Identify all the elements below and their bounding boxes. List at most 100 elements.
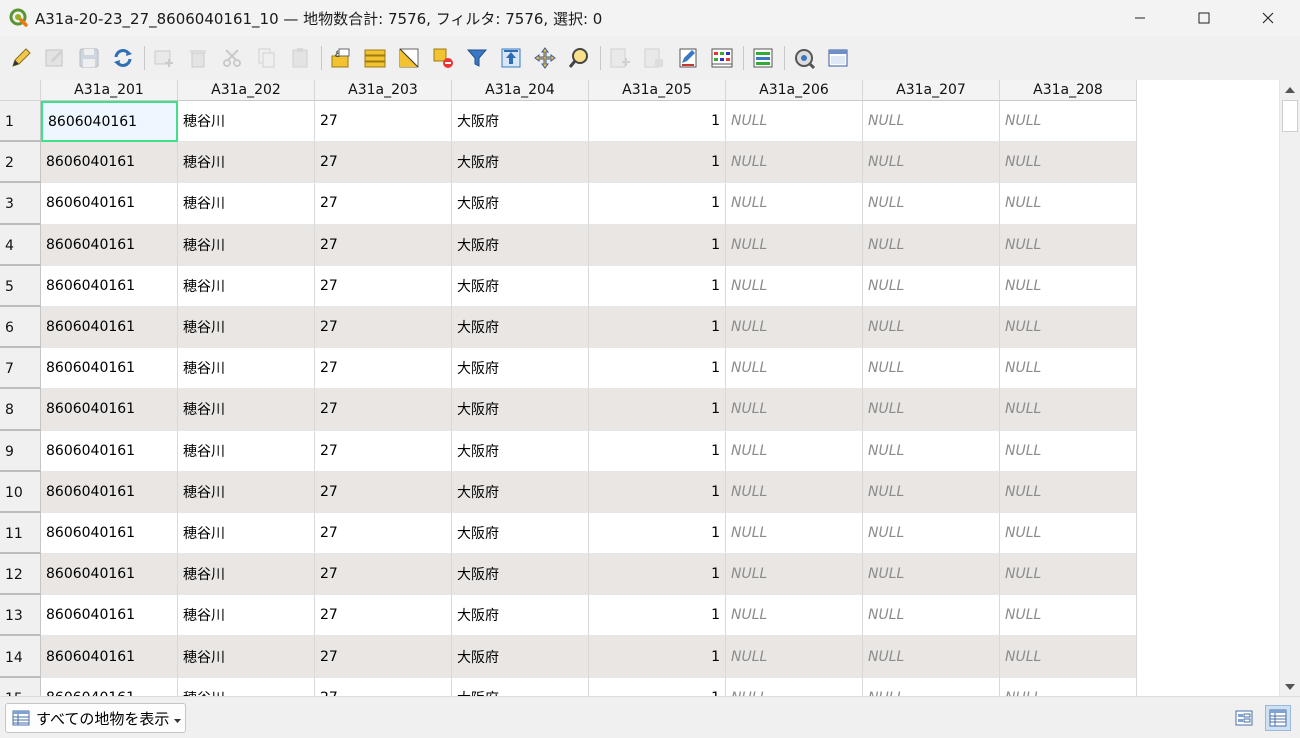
deselect-button[interactable] xyxy=(430,45,456,71)
table-cell[interactable]: NULL xyxy=(1000,224,1137,266)
table-cell[interactable]: 8606040161 xyxy=(41,430,178,472)
table-cell[interactable]: 27 xyxy=(315,636,452,678)
table-cell[interactable]: 27 xyxy=(315,265,452,307)
column-header-a31a_206[interactable]: A31a_206 xyxy=(726,80,863,101)
row-header[interactable]: 4 xyxy=(0,224,41,266)
table-cell[interactable]: 1 xyxy=(589,265,726,307)
multi-edit-button[interactable] xyxy=(42,45,68,71)
table-cell[interactable]: 8606040161 xyxy=(41,554,178,596)
table-cell[interactable]: 1 xyxy=(589,389,726,431)
add-feature-button[interactable] xyxy=(151,45,177,71)
row-header[interactable]: 2 xyxy=(0,142,41,184)
scroll-down-arrow-icon[interactable] xyxy=(1280,678,1300,696)
table-cell[interactable]: NULL xyxy=(1000,265,1137,307)
table-cell[interactable]: NULL xyxy=(726,348,863,390)
row-header[interactable]: 15 xyxy=(0,677,41,696)
table-cell[interactable]: NULL xyxy=(1000,595,1137,637)
column-header-a31a_203[interactable]: A31a_203 xyxy=(315,80,452,101)
table-cell[interactable]: NULL xyxy=(726,183,863,225)
table-cell[interactable]: 穂谷川 xyxy=(178,348,315,390)
table-cell[interactable]: 8606040161 xyxy=(41,389,178,431)
paste-button[interactable] xyxy=(287,45,313,71)
table-cell[interactable]: NULL xyxy=(1000,183,1137,225)
table-cell[interactable]: NULL xyxy=(726,636,863,678)
row-header[interactable]: 7 xyxy=(0,348,41,390)
table-cell[interactable]: 大阪府 xyxy=(452,430,589,472)
row-header[interactable]: 8 xyxy=(0,389,41,431)
table-cell[interactable]: NULL xyxy=(863,677,1000,696)
table-cell[interactable]: 1 xyxy=(589,636,726,678)
table-cell[interactable]: NULL xyxy=(1000,636,1137,678)
table-cell[interactable]: NULL xyxy=(1000,142,1137,184)
table-cell[interactable]: 大阪府 xyxy=(452,636,589,678)
table-cell[interactable]: 27 xyxy=(315,595,452,637)
vertical-scrollbar[interactable] xyxy=(1279,80,1300,696)
table-cell[interactable]: 8606040161 xyxy=(41,306,178,349)
maximize-button[interactable] xyxy=(1172,0,1236,36)
column-header-a31a_201[interactable]: A31a_201 xyxy=(41,80,178,101)
table-cell[interactable]: 穂谷川 xyxy=(178,471,315,513)
row-header[interactable]: 11 xyxy=(0,512,41,555)
save-button[interactable] xyxy=(76,45,102,71)
table-cell[interactable]: NULL xyxy=(1000,430,1137,472)
table-cell[interactable]: 8606040161 xyxy=(41,512,178,555)
table-cell[interactable]: 1 xyxy=(589,183,726,225)
table-cell[interactable]: NULL xyxy=(863,430,1000,472)
scrollbar-thumb[interactable] xyxy=(1282,100,1298,132)
row-header[interactable]: 14 xyxy=(0,636,41,678)
show-all-features-button[interactable]: すべての地物を表示 xyxy=(5,703,186,733)
table-cell[interactable]: 1 xyxy=(589,142,726,184)
table-cell[interactable]: NULL xyxy=(863,512,1000,555)
table-cell[interactable]: 8606040161 xyxy=(41,101,178,143)
table-cell[interactable]: NULL xyxy=(863,471,1000,513)
table-cell[interactable]: 大阪府 xyxy=(452,677,589,696)
table-cell[interactable]: 1 xyxy=(589,101,726,143)
column-header-a31a_207[interactable]: A31a_207 xyxy=(863,80,1000,101)
table-cell[interactable]: NULL xyxy=(1000,677,1137,696)
row-header[interactable]: 6 xyxy=(0,306,41,349)
table-cell[interactable]: 1 xyxy=(589,677,726,696)
table-cell[interactable]: 27 xyxy=(315,554,452,596)
table-cell[interactable]: 27 xyxy=(315,677,452,696)
dock-button[interactable] xyxy=(825,45,851,71)
close-button[interactable] xyxy=(1236,0,1300,36)
table-cell[interactable]: 大阪府 xyxy=(452,348,589,390)
table-cell[interactable]: NULL xyxy=(726,430,863,472)
table-cell[interactable]: 穂谷川 xyxy=(178,636,315,678)
table-cell[interactable]: 1 xyxy=(589,595,726,637)
form-view-button[interactable] xyxy=(1231,705,1257,731)
table-cell[interactable]: NULL xyxy=(863,595,1000,637)
select-expression-button[interactable]: ε xyxy=(328,45,354,71)
table-cell[interactable]: 1 xyxy=(589,224,726,266)
column-header-a31a_205[interactable]: A31a_205 xyxy=(589,80,726,101)
row-header[interactable]: 10 xyxy=(0,471,41,513)
table-cell[interactable]: 大阪府 xyxy=(452,265,589,307)
table-cell[interactable]: 27 xyxy=(315,101,452,143)
table-cell[interactable]: 大阪府 xyxy=(452,101,589,143)
table-cell[interactable]: 8606040161 xyxy=(41,265,178,307)
table-cell[interactable]: 27 xyxy=(315,430,452,472)
table-cell[interactable]: 大阪府 xyxy=(452,512,589,555)
table-cell[interactable]: 穂谷川 xyxy=(178,595,315,637)
table-cell[interactable]: 1 xyxy=(589,554,726,596)
table-cell[interactable]: 穂谷川 xyxy=(178,101,315,143)
table-cell[interactable]: 8606040161 xyxy=(41,636,178,678)
table-cell[interactable]: NULL xyxy=(726,471,863,513)
table-cell[interactable]: 穂谷川 xyxy=(178,430,315,472)
zoom-to-button[interactable] xyxy=(566,45,592,71)
row-header[interactable]: 3 xyxy=(0,183,41,225)
cut-button[interactable] xyxy=(219,45,245,71)
table-cell[interactable]: 穂谷川 xyxy=(178,224,315,266)
table-cell[interactable]: 27 xyxy=(315,142,452,184)
table-cell[interactable]: 27 xyxy=(315,306,452,349)
table-cell[interactable]: 穂谷川 xyxy=(178,512,315,555)
table-cell[interactable]: 27 xyxy=(315,348,452,390)
conditional-format-button[interactable] xyxy=(709,45,735,71)
table-cell[interactable]: NULL xyxy=(1000,471,1137,513)
table-cell[interactable]: 大阪府 xyxy=(452,183,589,225)
table-cell[interactable]: NULL xyxy=(726,554,863,596)
row-header[interactable]: 5 xyxy=(0,265,41,307)
table-cell[interactable]: 8606040161 xyxy=(41,348,178,390)
table-cell[interactable]: 大阪府 xyxy=(452,471,589,513)
pencil-button[interactable] xyxy=(8,45,34,71)
